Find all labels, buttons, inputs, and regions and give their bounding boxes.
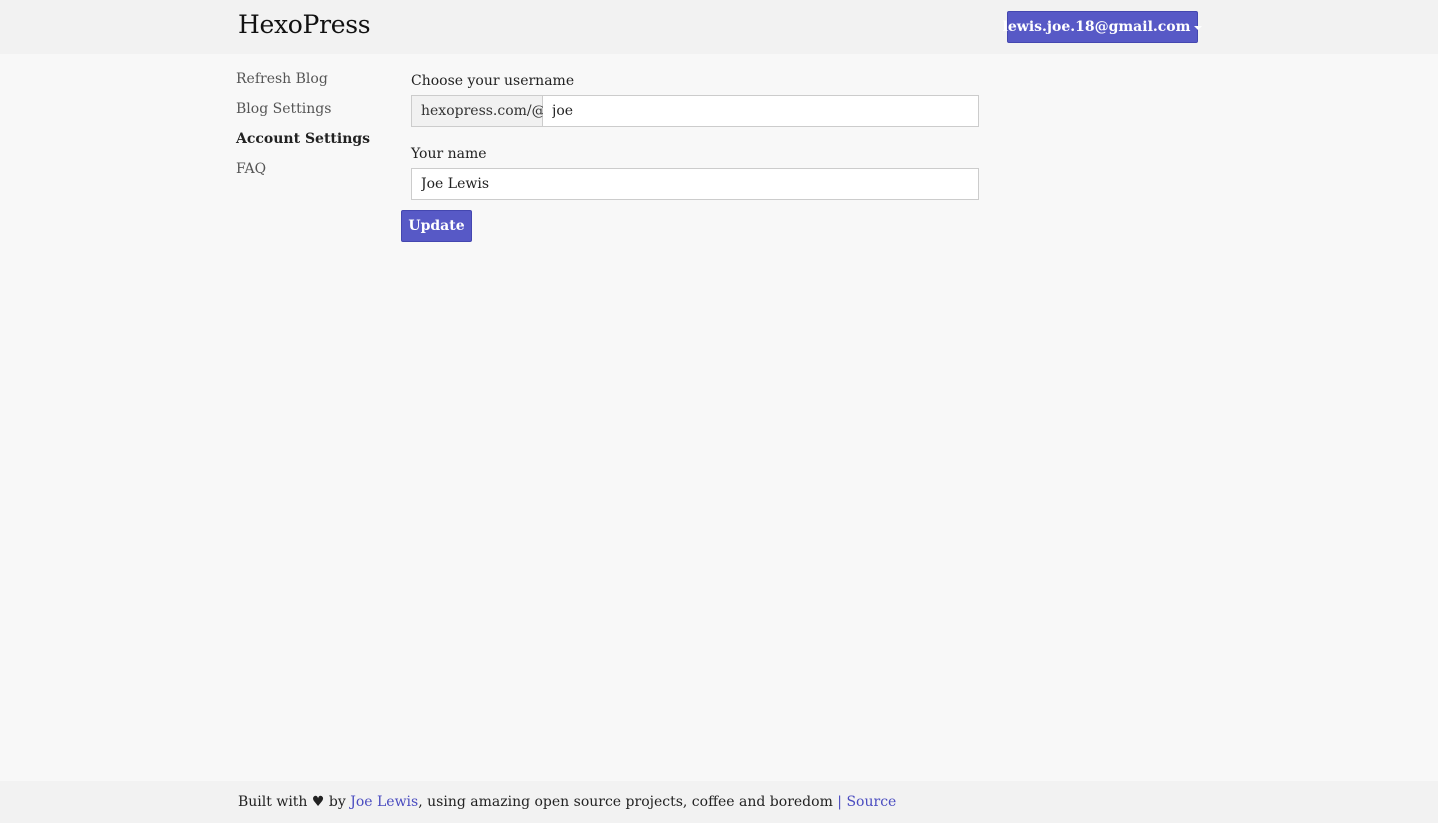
footer-built-with: Built with ♥ by	[238, 794, 351, 810]
footer-author-link[interactable]: Joe Lewis	[350, 794, 418, 810]
username-input-group: hexopress.com/@	[411, 95, 979, 127]
username-input[interactable]	[543, 96, 978, 126]
user-dropdown-button[interactable]: lewis.joe.18@gmail.com	[1003, 11, 1203, 43]
update-button[interactable]: Update	[401, 210, 472, 242]
footer-text: Built with ♥ by Joe Lewis, using amazing…	[238, 794, 896, 810]
brand-logo[interactable]: HexoPress	[238, 10, 371, 39]
footer-middle-text: , using amazing open source projects, co…	[418, 794, 838, 810]
sidebar-item-faq[interactable]: FAQ	[236, 158, 386, 188]
footer-source-link[interactable]: Source	[846, 794, 896, 810]
name-input[interactable]	[411, 168, 979, 200]
username-label: Choose your username	[411, 73, 575, 89]
sidebar-item-blog-settings[interactable]: Blog Settings	[236, 98, 386, 128]
user-email: lewis.joe.18@gmail.com	[1002, 19, 1191, 35]
username-prefix: hexopress.com/@	[412, 96, 546, 126]
top-navbar: HexoPress lewis.joe.18@gmail.com	[0, 0, 1438, 54]
caret-down-icon	[1194, 26, 1203, 30]
sidebar-nav: Refresh Blog Blog Settings Account Setti…	[236, 68, 386, 188]
sidebar-item-account-settings[interactable]: Account Settings	[236, 128, 386, 158]
sidebar-item-refresh-blog[interactable]: Refresh Blog	[236, 68, 386, 98]
footer: Built with ♥ by Joe Lewis, using amazing…	[0, 781, 1438, 823]
name-label: Your name	[411, 146, 487, 162]
footer-separator: |	[837, 794, 843, 810]
